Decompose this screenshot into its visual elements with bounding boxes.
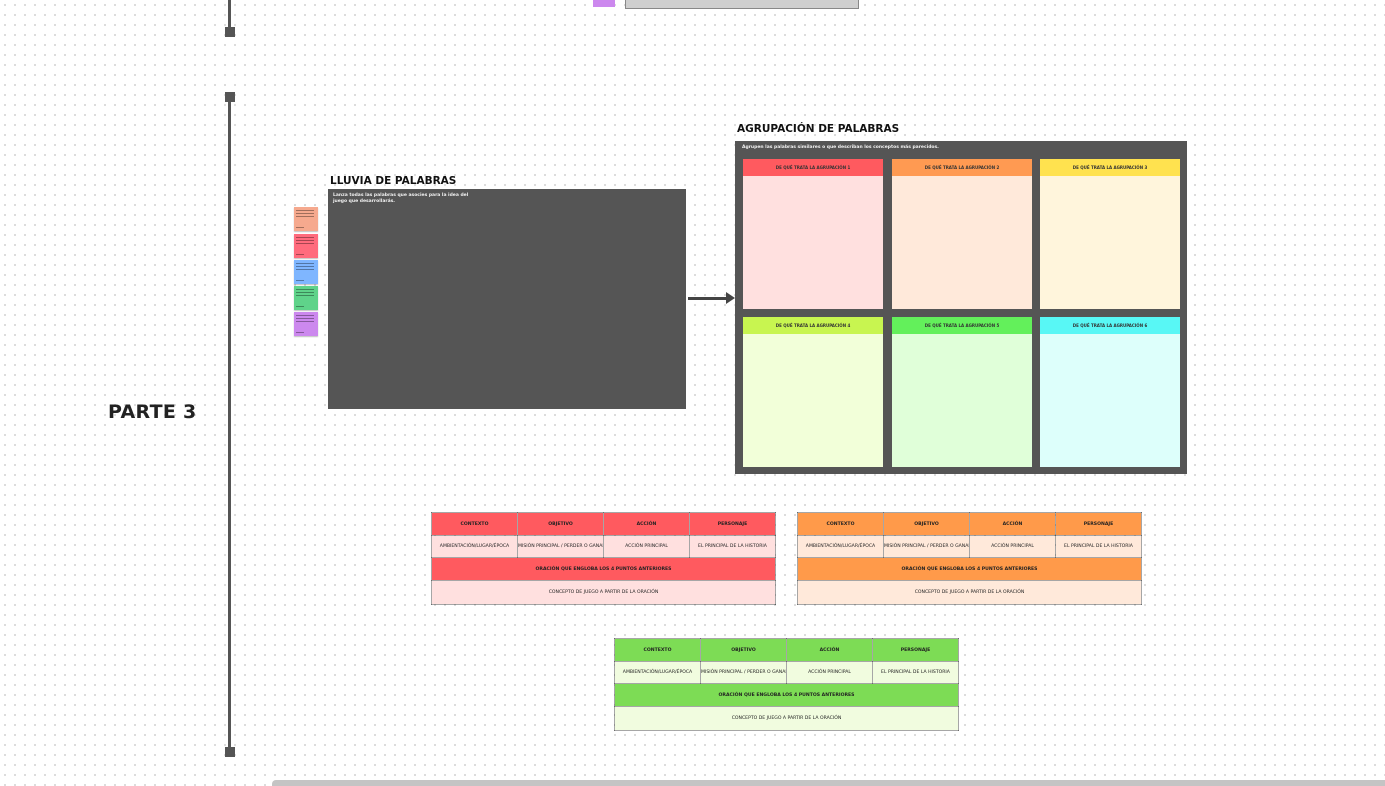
- sticky-note-text-lines: [296, 315, 314, 324]
- sticky-note-text-lines: [296, 289, 314, 298]
- sticky-note[interactable]: [294, 207, 318, 231]
- timeline-node-part-3-start[interactable]: [225, 92, 235, 102]
- grouping-box-drop-area[interactable]: [892, 334, 1032, 467]
- table-sentence-header: ORACIÓN QUE ENGLOBA LOS 4 PUNTOS ANTERIO…: [614, 683, 959, 707]
- timeline-node-part-3-end[interactable]: [225, 747, 235, 757]
- table-header-cell: ACCIÓN: [603, 512, 690, 536]
- grouping-box-2[interactable]: DE QUÉ TRATA LA AGRUPACIÓN 2: [892, 159, 1032, 309]
- grouping-title: AGRUPACIÓN DE PALABRAS: [737, 123, 900, 135]
- grouping-box-header: DE QUÉ TRATA LA AGRUPACIÓN 2: [892, 159, 1032, 176]
- sticky-note-text-lines: [296, 210, 314, 219]
- table-hint-cell[interactable]: MISIÓN PRINCIPAL / PERDER O GANAR: [517, 535, 604, 558]
- sticky-note-author-line: [296, 280, 304, 281]
- grouping-box-3[interactable]: DE QUÉ TRATA LA AGRUPACIÓN 3: [1040, 159, 1180, 309]
- grouping-box-4[interactable]: DE QUÉ TRATA LA AGRUPACIÓN 4: [743, 317, 883, 467]
- grouping-description: Agrupen las palabras similares o que des…: [742, 145, 939, 150]
- previous-frame-edge[interactable]: [625, 0, 859, 9]
- table-hint-cell[interactable]: EL PRINCIPAL DE LA HISTORIA: [872, 661, 959, 684]
- table-hint-cell[interactable]: ACCIÓN PRINCIPAL: [603, 535, 690, 558]
- grouping-box-header: DE QUÉ TRATA LA AGRUPACIÓN 5: [892, 317, 1032, 334]
- table-header-cell: PERSONAJE: [1055, 512, 1142, 536]
- grouping-box-drop-area[interactable]: [743, 334, 883, 467]
- timeline-node-top-end[interactable]: [225, 27, 235, 37]
- grouping-box-header: DE QUÉ TRATA LA AGRUPACIÓN 6: [1040, 317, 1180, 334]
- table-header-cell: PERSONAJE: [872, 638, 959, 662]
- table-header-cell: CONTEXTO: [431, 512, 518, 536]
- table-sentence-header: ORACIÓN QUE ENGLOBA LOS 4 PUNTOS ANTERIO…: [431, 557, 776, 581]
- table-header-cell: PERSONAJE: [689, 512, 776, 536]
- sticky-note[interactable]: [294, 286, 318, 310]
- table-hint-cell[interactable]: AMBIENTACIÓN/LUGAR/ÉPOCA: [614, 661, 701, 684]
- concept-table-3[interactable]: CONTEXTO OBJETIVO ACCIÓN PERSONAJE AMBIENTAC…: [614, 638, 959, 731]
- brainstorm-title: LLUVIA DE PALABRAS: [330, 175, 457, 187]
- grouping-box-drop-area[interactable]: [1040, 176, 1180, 309]
- concept-table-1[interactable]: CONTEXTO OBJETIVO ACCIÓN PERSONAJE AMBIENTAC…: [431, 512, 776, 605]
- table-header-cell: ACCIÓN: [786, 638, 873, 662]
- sticky-note-author-line: [296, 332, 304, 333]
- sticky-note-previous[interactable]: [593, 0, 615, 7]
- arrow-head-icon: [726, 292, 735, 304]
- grouping-box-5[interactable]: DE QUÉ TRATA LA AGRUPACIÓN 5: [892, 317, 1032, 467]
- grouping-box-header: DE QUÉ TRATA LA AGRUPACIÓN 1: [743, 159, 883, 176]
- table-sentence-header: ORACIÓN QUE ENGLOBA LOS 4 PUNTOS ANTERIO…: [797, 557, 1142, 581]
- grouping-box-drop-area[interactable]: [743, 176, 883, 309]
- table-concept-cell[interactable]: CONCEPTO DE JUEGO A PARTIR DE LA ORACIÓN: [614, 706, 959, 731]
- sticky-note[interactable]: [294, 234, 318, 258]
- sticky-note[interactable]: [294, 260, 318, 284]
- timeline-connector-part-3: [228, 96, 231, 752]
- horizontal-scrollbar[interactable]: [272, 780, 1385, 786]
- table-hint-cell[interactable]: MISIÓN PRINCIPAL / PERDER O GANAR: [883, 535, 970, 558]
- grouping-box-drop-area[interactable]: [1040, 334, 1180, 467]
- grouping-box-header: DE QUÉ TRATA LA AGRUPACIÓN 4: [743, 317, 883, 334]
- table-concept-cell[interactable]: CONCEPTO DE JUEGO A PARTIR DE LA ORACIÓN: [431, 580, 776, 605]
- table-header-cell: OBJETIVO: [883, 512, 970, 536]
- sticky-note-author-line: [296, 227, 304, 228]
- table-concept-cell[interactable]: CONCEPTO DE JUEGO A PARTIR DE LA ORACIÓN: [797, 580, 1142, 605]
- brainstorm-frame[interactable]: Lanza todas las palabras que asocies par…: [328, 189, 686, 409]
- part-label: PARTE 3: [108, 401, 197, 423]
- sticky-note[interactable]: [294, 312, 318, 336]
- grouping-box-6[interactable]: DE QUÉ TRATA LA AGRUPACIÓN 6: [1040, 317, 1180, 467]
- table-header-cell: ACCIÓN: [969, 512, 1056, 536]
- sticky-note-author-line: [296, 254, 304, 255]
- table-hint-cell[interactable]: ACCIÓN PRINCIPAL: [786, 661, 873, 684]
- table-hint-cell[interactable]: EL PRINCIPAL DE LA HISTORIA: [689, 535, 776, 558]
- sticky-note-author-line: [296, 306, 304, 307]
- table-header-cell: CONTEXTO: [614, 638, 701, 662]
- grouping-box-1[interactable]: DE QUÉ TRATA LA AGRUPACIÓN 1: [743, 159, 883, 309]
- table-header-cell: OBJETIVO: [700, 638, 787, 662]
- table-hint-cell[interactable]: AMBIENTACIÓN/LUGAR/ÉPOCA: [431, 535, 518, 558]
- arrow-connector[interactable]: [688, 297, 730, 300]
- table-header-cell: CONTEXTO: [797, 512, 884, 536]
- table-header-cell: OBJETIVO: [517, 512, 604, 536]
- concept-table-2[interactable]: CONTEXTO OBJETIVO ACCIÓN PERSONAJE AMBIENTAC…: [797, 512, 1142, 605]
- brainstorm-description: Lanza todas las palabras que asocies par…: [333, 193, 469, 204]
- table-hint-cell[interactable]: MISIÓN PRINCIPAL / PERDER O GANAR: [700, 661, 787, 684]
- table-hint-cell[interactable]: EL PRINCIPAL DE LA HISTORIA: [1055, 535, 1142, 558]
- table-hint-cell[interactable]: ACCIÓN PRINCIPAL: [969, 535, 1056, 558]
- table-hint-cell[interactable]: AMBIENTACIÓN/LUGAR/ÉPOCA: [797, 535, 884, 558]
- sticky-note-text-lines: [296, 237, 314, 246]
- grouping-box-drop-area[interactable]: [892, 176, 1032, 309]
- grouping-box-header: DE QUÉ TRATA LA AGRUPACIÓN 3: [1040, 159, 1180, 176]
- sticky-note-text-lines: [296, 263, 314, 272]
